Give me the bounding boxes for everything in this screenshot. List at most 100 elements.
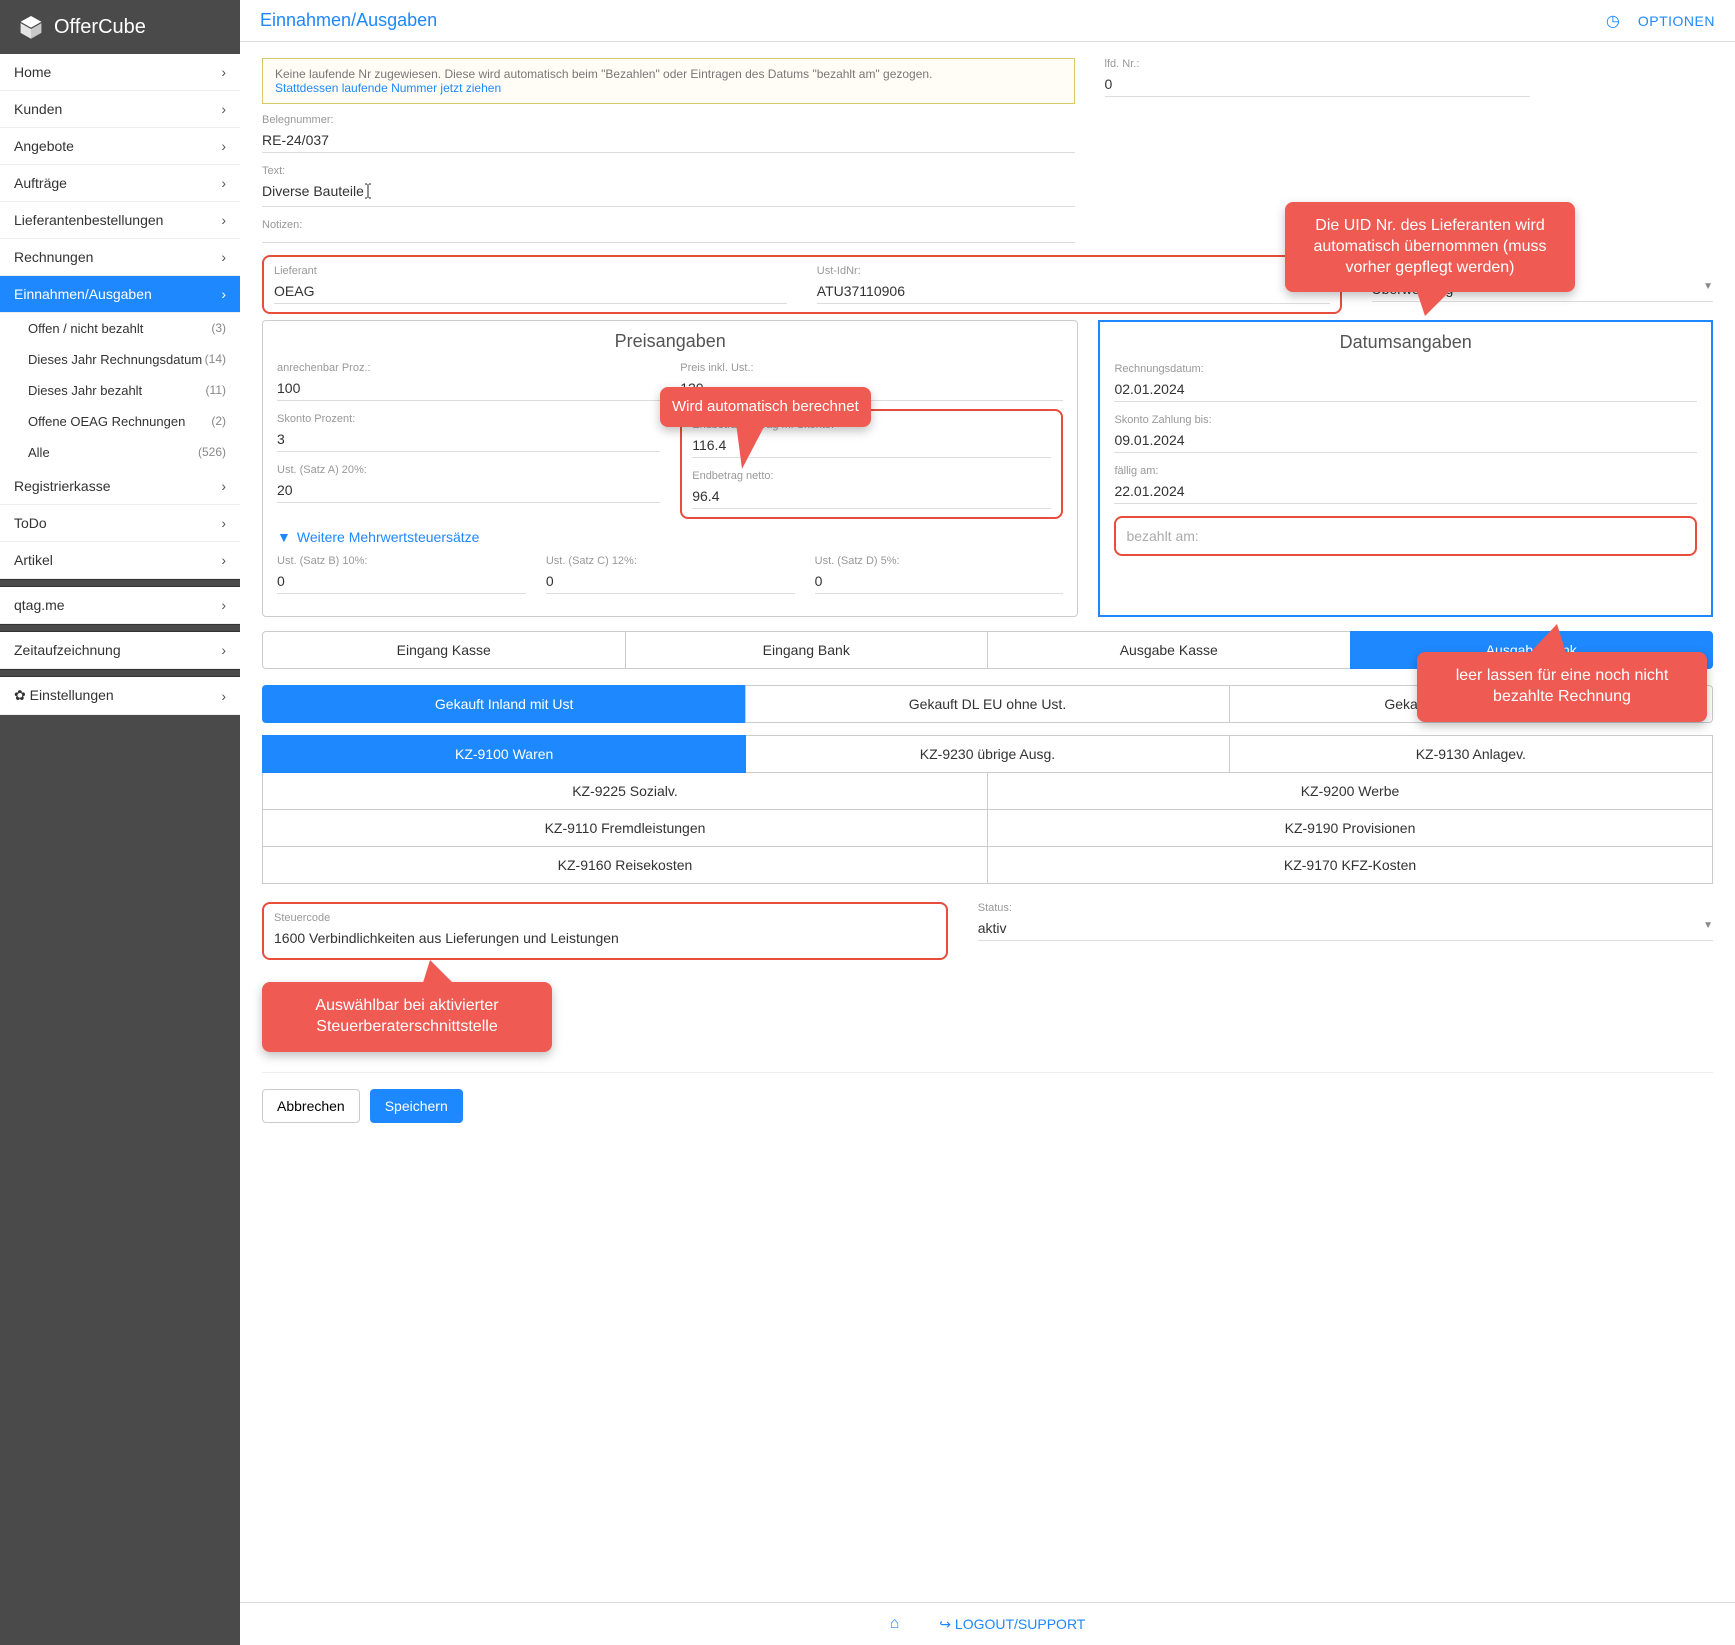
expand-vat[interactable]: ▼Weitere Mehrwertsteuersätze [277, 529, 1063, 545]
logout-link[interactable]: ↪ LOGOUT/SUPPORT [939, 1616, 1085, 1633]
cube-icon [18, 14, 44, 40]
sidebar-item[interactable]: Rechnungen› [0, 239, 240, 276]
belegnummer-label: Belegnummer: [262, 114, 1075, 126]
clock-icon[interactable]: ◷ [1606, 11, 1620, 31]
ust-c-input[interactable]: 0 [546, 569, 795, 594]
sidebar-item[interactable]: Registrierkasse› [0, 468, 240, 505]
chevron-right-icon: › [221, 138, 226, 154]
sidebar-item[interactable]: ToDo› [0, 505, 240, 542]
brand-text: OfferCube [54, 16, 146, 39]
sidebar-item[interactable]: Aufträge› [0, 165, 240, 202]
sidebar-item[interactable]: qtag.me› [0, 587, 240, 624]
sidebar-subitem[interactable]: Dieses Jahr bezahlt(11) [0, 375, 240, 406]
direction-seg[interactable]: Ausgabe Kasse [987, 631, 1350, 669]
kz-seg[interactable]: KZ-9225 Sozialv. [262, 773, 988, 810]
chevron-right-icon: › [221, 515, 226, 531]
status-label: Status: [978, 902, 1713, 914]
sidebar-subitem[interactable]: Alle(526) [0, 437, 240, 468]
hint-box: Keine laufende Nr zugewiesen. Diese wird… [262, 58, 1075, 104]
callout-empty-paid: leer lassen für eine noch nicht bezahlte… [1417, 652, 1707, 722]
sidebar-item[interactable]: Zeitaufzeichnung› [0, 632, 240, 669]
kz-seg[interactable]: KZ-9160 Reisekosten [262, 847, 988, 884]
chevron-right-icon: › [221, 64, 226, 80]
sidebar-item[interactable]: Home› [0, 54, 240, 91]
proz-input[interactable]: 100 [277, 376, 660, 401]
chevron-right-icon: › [221, 597, 226, 613]
brand: OfferCube [0, 0, 240, 54]
page-title: Einnahmen/Ausgaben [260, 10, 437, 31]
steuercode-input[interactable]: 1600 Verbindlichkeiten aus Lieferungen u… [274, 926, 936, 950]
sidebar-item-settings[interactable]: ✿ Einstellungen › [0, 677, 240, 715]
text-cursor-icon [364, 183, 372, 202]
chevron-right-icon: › [221, 249, 226, 265]
ust-d-input[interactable]: 0 [815, 569, 1064, 594]
sidebar-subitem[interactable]: Offen / nicht bezahlt(3) [0, 313, 240, 344]
home-icon[interactable]: ⌂ [890, 1615, 900, 1633]
ust-a-input[interactable]: 20 [277, 478, 660, 503]
ustid-input[interactable]: ATU37110906 [817, 279, 1330, 304]
hint-link[interactable]: Stattdessen laufende Nummer jetzt ziehen [275, 81, 501, 95]
steuercode-box: Steuercode 1600 Verbindlichkeiten aus Li… [262, 902, 948, 960]
price-title: Preisangaben [277, 331, 1063, 352]
belegnummer-input[interactable]: RE-24/037 [262, 128, 1075, 153]
price-section: Preisangaben anrechenbar Proz.:100 Skont… [262, 320, 1078, 617]
options-link[interactable]: OPTIONEN [1638, 13, 1715, 29]
callout-auto-calc: Wird automatisch berechnet [660, 387, 871, 427]
text-label: Text: [262, 165, 1075, 177]
purchase-seg[interactable]: Gekauft Inland mit Ust [262, 685, 745, 723]
status-select[interactable]: aktiv▼ [978, 916, 1713, 941]
bezahlt-am-box: bezahlt am: [1114, 516, 1697, 556]
kz-seg[interactable]: KZ-9170 KFZ-Kosten [988, 847, 1713, 884]
faellig-input[interactable]: 22.01.2024 [1114, 479, 1697, 504]
kz-seg[interactable]: KZ-9230 übrige Ausg. [746, 735, 1229, 773]
callout-uid: Die UID Nr. des Lieferanten wird automat… [1285, 202, 1575, 292]
callout-steuercode: Auswählbar bei aktivierter Steuerberater… [262, 982, 552, 1052]
bezahlt-am-input[interactable]: bezahlt am: [1126, 524, 1685, 548]
cancel-button[interactable]: Abbrechen [262, 1089, 360, 1123]
direction-seg[interactable]: Eingang Kasse [262, 631, 625, 669]
sidebar-subitem[interactable]: Offene OEAG Rechnungen(2) [0, 406, 240, 437]
sidebar-item[interactable]: Artikel› [0, 542, 240, 579]
gear-icon: ✿ [14, 687, 26, 703]
sidebar-item[interactable]: Kunden› [0, 91, 240, 128]
direction-seg[interactable]: Eingang Bank [625, 631, 988, 669]
rechnungsdatum-input[interactable]: 02.01.2024 [1114, 377, 1697, 402]
chevron-right-icon: › [221, 552, 226, 568]
skonto-bis-input[interactable]: 09.01.2024 [1114, 428, 1697, 453]
sidebar-subitem[interactable]: Dieses Jahr Rechnungsdatum(14) [0, 344, 240, 375]
save-button[interactable]: Speichern [370, 1089, 463, 1123]
chevron-down-icon: ▼ [1703, 920, 1713, 936]
sidebar-item[interactable]: Lieferantenbestellungen› [0, 202, 240, 239]
triangle-down-icon: ▼ [277, 529, 291, 545]
text-input[interactable]: Diverse Bauteile [262, 179, 1075, 207]
chevron-right-icon: › [221, 212, 226, 228]
logout-icon: ↪ [939, 1616, 951, 1632]
chevron-right-icon: › [221, 175, 226, 191]
kz-group: KZ-9100 WarenKZ-9230 übrige Ausg.KZ-9130… [262, 735, 1713, 884]
kz-seg[interactable]: KZ-9110 Fremdleistungen [262, 810, 988, 847]
dates-section: Datumsangaben Rechnungsdatum:02.01.2024 … [1098, 320, 1713, 617]
lieferant-input[interactable]: OEAG [274, 279, 787, 304]
supplier-box: Lieferant OEAG Ust-IdNr: ATU37110906 [262, 255, 1342, 314]
steuercode-label: Steuercode [274, 912, 936, 924]
lieferant-label: Lieferant [274, 265, 787, 277]
notizen-label: Notizen: [262, 219, 1075, 231]
ust-b-input[interactable]: 0 [277, 569, 526, 594]
purchase-seg[interactable]: Gekauft DL EU ohne Ust. [745, 685, 1228, 723]
kz-seg[interactable]: KZ-9200 Werbe [988, 773, 1713, 810]
kz-seg[interactable]: KZ-9190 Provisionen [988, 810, 1713, 847]
skonto-proz-input[interactable]: 3 [277, 427, 660, 452]
kz-seg[interactable]: KZ-9100 Waren [262, 735, 746, 773]
dates-title: Datumsangaben [1114, 332, 1697, 353]
chevron-down-icon: ▼ [1703, 281, 1713, 297]
end-netto-value: 96.4 [692, 484, 1051, 509]
chevron-right-icon: › [221, 286, 226, 302]
kz-seg[interactable]: KZ-9130 Anlagev. [1230, 735, 1713, 773]
chevron-right-icon: › [221, 101, 226, 117]
sidebar-item[interactable]: Einnahmen/Ausgaben› [0, 276, 240, 313]
notizen-input[interactable] [262, 233, 1075, 243]
sidebar-item[interactable]: Angebote› [0, 128, 240, 165]
chevron-right-icon: › [221, 688, 226, 704]
lfd-nr-value[interactable]: 0 [1105, 72, 1531, 97]
chevron-right-icon: › [221, 478, 226, 494]
